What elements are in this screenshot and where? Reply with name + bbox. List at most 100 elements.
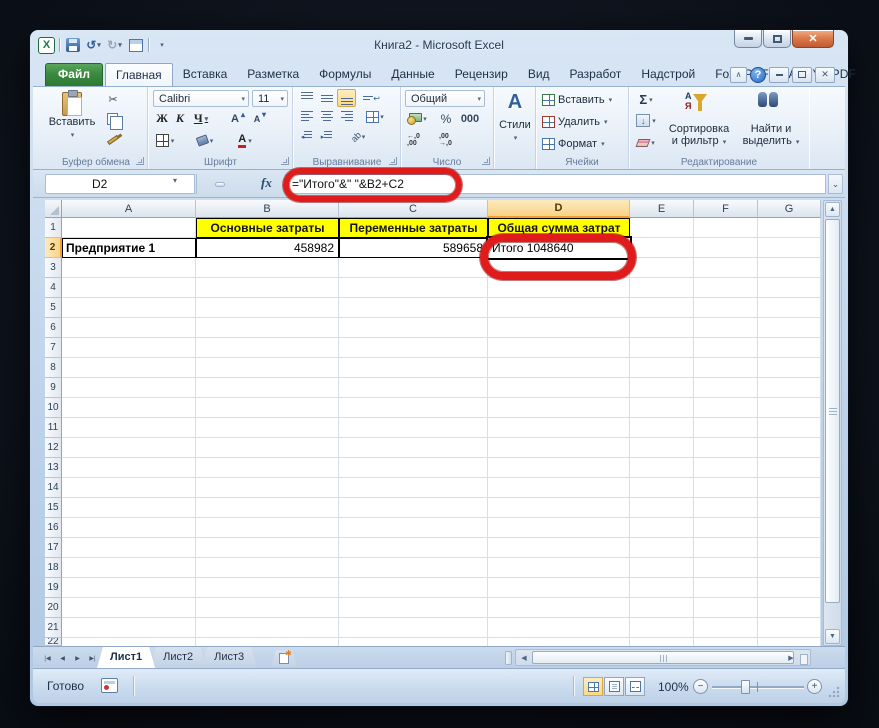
cell-B1[interactable]: Основные затраты xyxy=(196,218,339,238)
zoom-level[interactable]: 100% xyxy=(658,680,689,694)
page-layout-icon xyxy=(608,681,620,692)
row-header-10[interactable]: 10 xyxy=(45,398,62,418)
screenshot-background: X ↺ ↻ Книга2 - Microsoft Excel ✕ Файл Гл… xyxy=(0,0,879,728)
row-header-17[interactable]: 17 xyxy=(45,538,62,558)
divider xyxy=(133,676,134,696)
row-header-12[interactable]: 12 xyxy=(45,438,62,458)
gridline xyxy=(62,597,821,598)
row-header-22[interactable]: 22 xyxy=(45,638,62,646)
tab-scroll-splitter[interactable] xyxy=(505,651,512,665)
zoom-in-button[interactable]: + xyxy=(807,679,822,694)
vertical-scroll-thumb[interactable] xyxy=(825,219,840,603)
row-header-6[interactable]: 6 xyxy=(45,318,62,338)
file-tab[interactable]: Файл xyxy=(45,63,103,86)
gridline xyxy=(338,218,339,646)
insert-sheet-icon xyxy=(279,653,289,664)
page-break-icon xyxy=(629,681,641,692)
sheet-tab-Лист2[interactable]: Лист2 xyxy=(150,647,206,668)
column-header-D[interactable]: D xyxy=(488,200,630,218)
gridline xyxy=(62,297,821,298)
row-header-5[interactable]: 5 xyxy=(45,298,62,318)
cell-C2[interactable]: 589658 xyxy=(339,238,488,258)
scroll-left-icon[interactable]: ◀ xyxy=(517,651,531,664)
row-header-19[interactable]: 19 xyxy=(45,578,62,598)
gridline xyxy=(62,337,821,338)
gridline xyxy=(62,417,821,418)
gridline xyxy=(820,218,821,646)
zoom-slider-midpoint xyxy=(757,682,758,692)
column-header-B[interactable]: B xyxy=(196,200,339,218)
gridline xyxy=(62,617,821,618)
row-header-4[interactable]: 4 xyxy=(45,278,62,298)
sheet-tab-bar: |◀◀▶▶| Лист1Лист2Лист3 ◀ ▶ xyxy=(33,646,845,668)
view-page-layout-button[interactable] xyxy=(604,677,624,696)
status-mode: Готово xyxy=(47,679,85,693)
normal-view-icon xyxy=(587,681,599,692)
column-header-C[interactable]: C xyxy=(339,200,488,218)
sheet-tab-Лист1[interactable]: Лист1 xyxy=(97,647,155,668)
gridline xyxy=(62,557,821,558)
fill-handle[interactable] xyxy=(628,256,634,262)
row-header-8[interactable]: 8 xyxy=(45,358,62,378)
gridline xyxy=(62,497,821,498)
row-header-21[interactable]: 21 xyxy=(45,618,62,638)
grid-layer: A B C D E F G 1 2 3 4 5 6 7 8 9 10 11 12 13 14 15 16 17 18 19 20 21… xyxy=(30,30,848,706)
gridline xyxy=(629,218,630,646)
row-header-11[interactable]: 11 xyxy=(45,418,62,438)
gridline xyxy=(487,218,488,646)
cell-A2[interactable]: Предприятие 1 xyxy=(62,238,196,258)
row-header-3[interactable]: 3 xyxy=(45,258,62,278)
column-header-F[interactable]: F xyxy=(694,200,758,218)
cell-B2[interactable]: 458982 xyxy=(196,238,339,258)
gridline xyxy=(62,537,821,538)
row-header-14[interactable]: 14 xyxy=(45,478,62,498)
row-header-1[interactable]: 1 xyxy=(45,218,62,238)
scroll-down-icon[interactable]: ▼ xyxy=(825,629,840,644)
gridline xyxy=(62,357,821,358)
horizontal-scrollbar[interactable]: ◀ ▶ xyxy=(515,649,811,666)
gridline xyxy=(62,317,821,318)
sheet-nav-icon-2[interactable]: ▶ xyxy=(71,651,84,665)
resize-grip[interactable] xyxy=(828,686,840,698)
cell-D1[interactable]: Общая сумма затрат xyxy=(488,218,630,238)
row-header-2[interactable]: 2 xyxy=(45,238,62,258)
cell-C1[interactable]: Переменные затраты xyxy=(339,218,488,238)
sheet-nav-icon-1[interactable]: ◀ xyxy=(56,651,69,665)
column-header-E[interactable]: E xyxy=(630,200,694,218)
gridline xyxy=(62,637,821,638)
gridline xyxy=(757,218,758,646)
vertical-scrollbar[interactable]: ▲ ▼ xyxy=(823,200,842,646)
view-page-break-button[interactable] xyxy=(625,677,645,696)
row-header-16[interactable]: 16 xyxy=(45,518,62,538)
ribbon-tab-Главная[interactable]: Главная xyxy=(105,63,173,86)
gridline xyxy=(62,517,821,518)
insert-sheet-button[interactable] xyxy=(271,650,297,667)
zoom-slider-thumb[interactable] xyxy=(741,680,750,694)
macro-record-icon[interactable] xyxy=(101,678,118,693)
status-bar: Готово 100% − + xyxy=(33,668,845,703)
horizontal-scroll-thumb[interactable] xyxy=(532,651,794,664)
gridline xyxy=(62,437,821,438)
gridline xyxy=(693,218,694,646)
gridline xyxy=(62,577,821,578)
active-cell-border xyxy=(486,236,632,260)
view-normal-button[interactable] xyxy=(583,677,603,696)
scroll-up-icon[interactable]: ▲ xyxy=(825,202,840,217)
scroll-right-icon[interactable]: ▶ xyxy=(784,651,798,664)
column-header-G[interactable]: G xyxy=(758,200,821,218)
sheet-tab-Лист3[interactable]: Лист3 xyxy=(201,647,257,668)
row-header-20[interactable]: 20 xyxy=(45,598,62,618)
scrollbar-splitter-box[interactable] xyxy=(800,654,808,665)
zoom-slider-track[interactable] xyxy=(712,686,804,688)
column-header-A[interactable]: A xyxy=(62,200,196,218)
row-header-13[interactable]: 13 xyxy=(45,458,62,478)
row-header-15[interactable]: 15 xyxy=(45,498,62,518)
row-header-7[interactable]: 7 xyxy=(45,338,62,358)
excel-window: X ↺ ↻ Книга2 - Microsoft Excel ✕ Файл Гл… xyxy=(30,30,856,706)
row-header-9[interactable]: 9 xyxy=(45,378,62,398)
row-header-18[interactable]: 18 xyxy=(45,558,62,578)
gridline xyxy=(195,218,196,646)
zoom-out-button[interactable]: − xyxy=(693,679,708,694)
sheet-nav-icon-0[interactable]: |◀ xyxy=(41,651,54,665)
gridline xyxy=(62,457,821,458)
